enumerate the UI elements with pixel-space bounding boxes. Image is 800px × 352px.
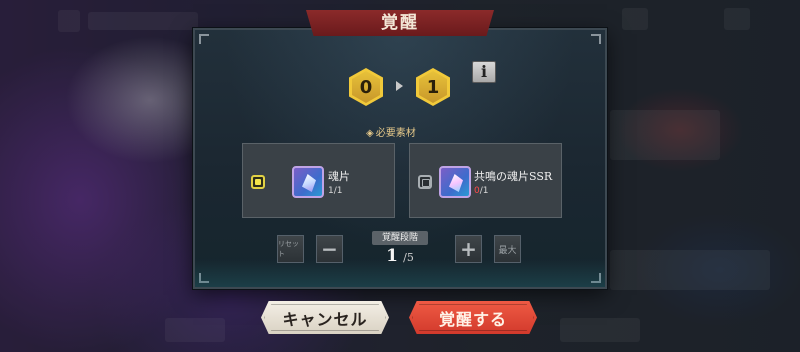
cancel-button-label: キャンセル	[282, 309, 368, 329]
material-checkbox-checked[interactable]	[251, 175, 265, 189]
corner-ornament	[591, 273, 601, 283]
arrow-right-icon	[396, 81, 403, 91]
reset-button[interactable]: リセット	[277, 235, 304, 263]
level-from: 0	[352, 71, 380, 103]
soul-fragment-icon	[292, 166, 324, 198]
stage-current: 1	[386, 246, 399, 266]
material-card-resonance-ssr[interactable]: 共鳴の魂片SSR 0/1	[409, 143, 562, 218]
corner-ornament	[591, 34, 601, 44]
material-count: 0/1	[474, 186, 489, 196]
material-name: 共鳴の魂片SSR	[474, 170, 553, 183]
awaken-button[interactable]: 覚醒する	[409, 301, 537, 334]
awaken-button-label: 覚醒する	[438, 309, 507, 329]
material-checkbox-unchecked[interactable]	[418, 175, 432, 189]
minus-button[interactable]: −	[316, 235, 343, 263]
materials-heading: ◈ 必要素材	[366, 124, 446, 139]
dialog-title: 覚醒	[306, 10, 494, 36]
material-need: /1	[479, 186, 489, 196]
materials-heading-text: 必要素材	[375, 128, 416, 139]
max-button[interactable]: 最大	[494, 235, 521, 263]
level-to: 1	[419, 71, 447, 103]
plus-button[interactable]: +	[455, 235, 482, 263]
material-card-soul-fragment[interactable]: 魂片 1/1	[242, 143, 395, 218]
resonance-soul-fragment-ssr-icon	[439, 166, 471, 198]
info-button[interactable]: i	[472, 61, 496, 83]
stage-value: 1 /5	[372, 246, 428, 266]
cancel-button[interactable]: キャンセル	[261, 301, 389, 334]
material-need: /1	[333, 186, 343, 196]
material-count: 1/1	[328, 186, 343, 196]
corner-ornament	[199, 273, 209, 283]
stage-max: /5	[403, 251, 414, 264]
stage-label: 覚醒段階	[372, 231, 428, 245]
corner-ornament	[199, 34, 209, 44]
diamond-icon: ◈	[366, 128, 374, 139]
material-name: 魂片	[328, 170, 350, 183]
